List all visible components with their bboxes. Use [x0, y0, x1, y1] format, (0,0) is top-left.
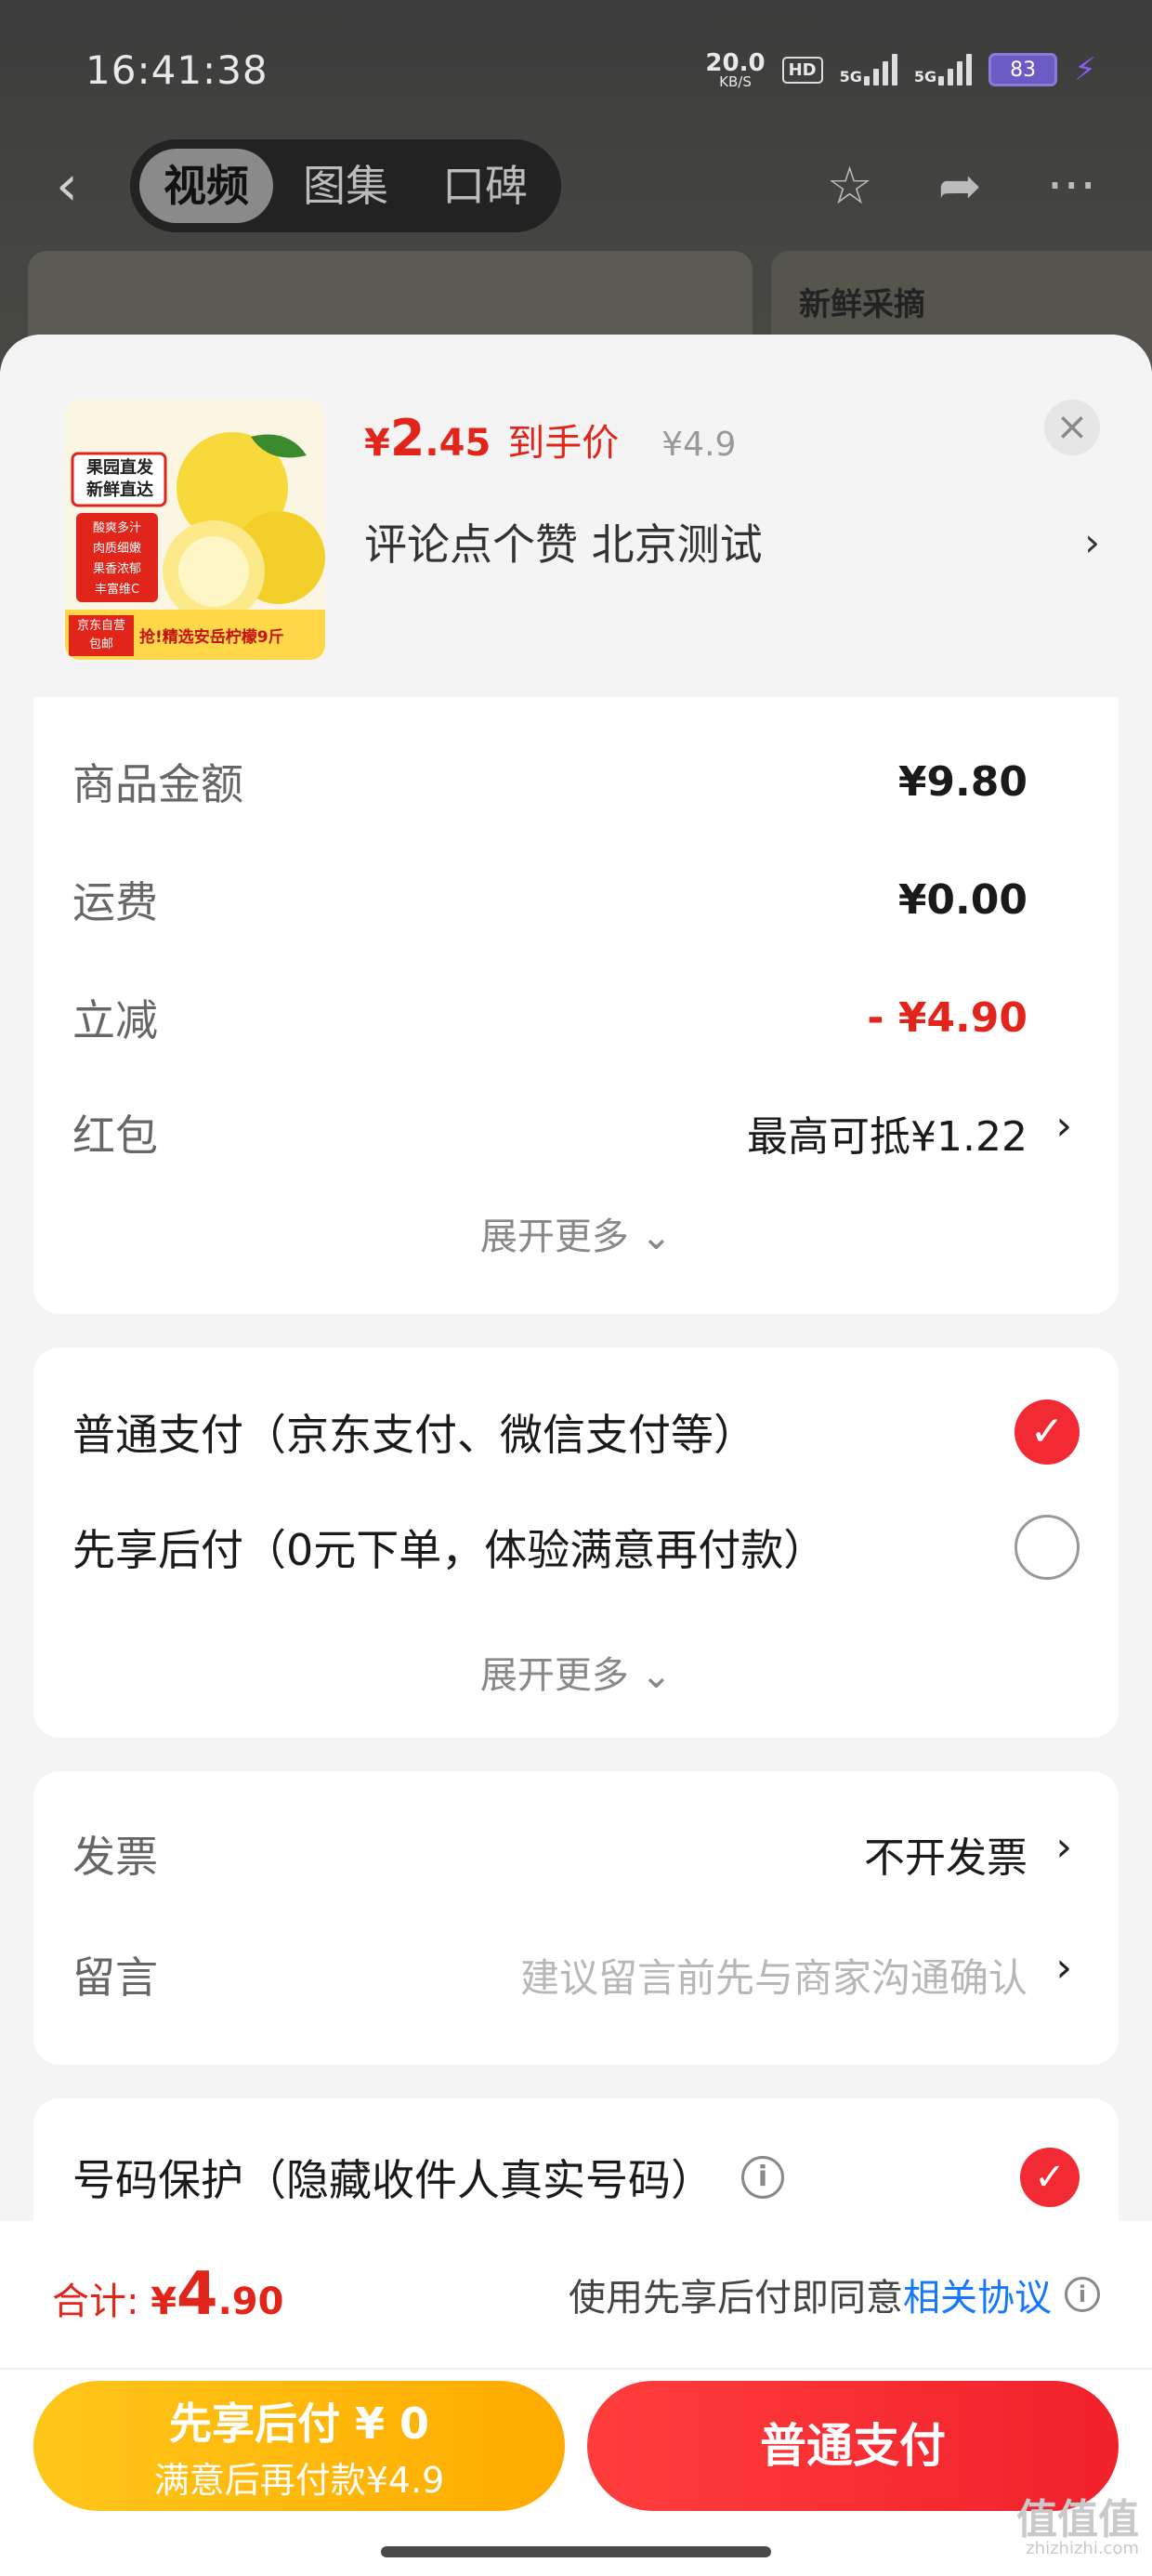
status-bar: 16:41:38 20.0 KB/S HD 5G 5G 83 ⚡ [85, 37, 1096, 102]
hd-icon: HD [781, 56, 823, 84]
tab-video[interactable]: 视频 [139, 149, 273, 223]
agreement-link[interactable]: 相关协议 [903, 2267, 1052, 2321]
chevron-right-icon: › [1055, 1102, 1072, 1150]
thumb-banner: 抢!精选安岳柠檬9斤 [139, 628, 284, 647]
thumb-headline: 果园直发 新鲜直达 [86, 458, 153, 500]
expand-more-cost[interactable]: 展开更多 ⌄ [33, 1206, 1119, 1260]
media-tabs: 视频 图集 口碑 [130, 139, 561, 232]
deal-price: ¥2.45 [364, 409, 491, 467]
close-button[interactable]: × [1044, 400, 1100, 455]
pay-option-normal[interactable]: 普通支付（京东支付、微信支付等） ✓ [72, 1400, 1080, 1465]
spec-text: 评论点个赞 北京测试 [364, 519, 763, 570]
tab-reviews[interactable]: 口碑 [418, 149, 552, 223]
nav-actions: ☆ ➦ ··· [826, 156, 1096, 217]
payment-card: 普通支付（京东支付、微信支付等） ✓ 先享后付（0元下单，体验满意再付款） 展开… [33, 1347, 1119, 1738]
expand-more-payment[interactable]: 展开更多 ⌄ [33, 1645, 1119, 1699]
status-time: 16:41:38 [85, 46, 268, 93]
pay-later-button[interactable]: 先享后付 ¥ 0 满意后再付款¥4.9 [33, 2381, 565, 2511]
pay-option-later[interactable]: 先享后付（0元下单，体验满意再付款） [72, 1515, 1080, 1580]
product-thumbnail: 果园直发 新鲜直达 酸爽多汁 肉质细嫩 果香浓郁 丰富维C 京东自营 包邮 抢!… [65, 400, 325, 660]
more-icon[interactable]: ··· [1047, 156, 1096, 217]
deal-price-tag: 到手价 [507, 422, 620, 465]
charging-icon: ⚡ [1074, 51, 1096, 88]
bottom-bar: 合计: ¥4.90 使用先享后付即同意 相关协议 i 先享后付 ¥ 0 满意后再付… [0, 2221, 1152, 2576]
watermark: 值值值 zhizhizhi.com [1016, 2496, 1139, 2558]
cost-row-discount: 立减 - ¥4.90 [72, 993, 1028, 1046]
note-placeholder: 建议留言前先与商家沟通确认 [519, 1954, 1028, 2001]
top-nav: ‹ 视频 图集 口碑 ☆ ➦ ··· [56, 139, 1096, 232]
info-icon[interactable]: i [1065, 2277, 1100, 2312]
thumb-tags: 酸爽多汁 肉质细嫩 果香浓郁 丰富维C [92, 521, 141, 597]
cost-row-redpacket[interactable]: 红包 最高可抵¥1.22 [72, 1102, 1028, 1163]
signal-icon-2: 5G [914, 54, 973, 85]
privacy-row[interactable]: 号码保护（隐藏收件人真实号码） i ✓ [72, 2147, 1080, 2208]
extra-card: 发票 不开发票 › 留言 建议留言前先与商家沟通确认 › [33, 1771, 1119, 2065]
home-indicator[interactable] [381, 2546, 771, 2557]
chevron-right-icon: › [1055, 1944, 1072, 1991]
status-icons: 20.0 KB/S HD 5G 5G 83 ⚡ [705, 51, 1096, 89]
chevron-down-icon: ⌄ [640, 1654, 673, 1697]
radio-empty-icon[interactable] [1015, 1515, 1080, 1580]
chevron-right-icon: › [1055, 1823, 1072, 1871]
cost-row-shipping: 运费 ¥0.00 [72, 875, 1028, 928]
cost-card: 商品金额 ¥9.80 运费 ¥0.00 立减 - ¥4.90 红包 最高可抵¥1… [33, 697, 1119, 1314]
battery-icon: 83 [988, 53, 1058, 86]
cost-row-subtotal: 商品金额 ¥9.80 [72, 757, 1028, 810]
share-icon[interactable]: ➦ [938, 156, 982, 217]
price-row: ¥2.45 到手价 ¥4.9 [364, 409, 736, 467]
star-icon[interactable]: ☆ [826, 156, 872, 217]
original-price: ¥4.9 [661, 426, 737, 464]
invoice-row[interactable]: 发票 不开发票 [72, 1823, 1028, 1885]
chevron-down-icon: ⌄ [640, 1216, 673, 1258]
back-icon[interactable]: ‹ [56, 153, 130, 218]
check-icon[interactable]: ✓ [1020, 2148, 1080, 2207]
info-icon[interactable]: i [741, 2156, 784, 2199]
product-header: 果园直发 新鲜直达 酸爽多汁 肉质细嫩 果香浓郁 丰富维C 京东自营 包邮 抢!… [0, 335, 1152, 697]
signal-icon-1: 5G [840, 54, 897, 85]
net-speed: 20.0 KB/S [705, 48, 766, 90]
normal-pay-button[interactable]: 普通支付 [587, 2381, 1119, 2511]
chevron-right-icon: › [1084, 519, 1100, 565]
total-amount: 合计: ¥4.90 [52, 2260, 284, 2329]
tab-gallery[interactable]: 图集 [279, 149, 412, 223]
total-row: 合计: ¥4.90 使用先享后付即同意 相关协议 i [0, 2221, 1152, 2370]
note-row[interactable]: 留言 建议留言前先与商家沟通确认 [72, 1944, 1028, 2005]
thumb-badge: 京东自营 包邮 [76, 619, 125, 651]
agreement-text: 使用先享后付即同意 相关协议 i [569, 2267, 1100, 2321]
check-icon[interactable]: ✓ [1015, 1400, 1080, 1465]
spec-selector[interactable]: 评论点个赞 北京测试 › [364, 511, 1100, 572]
